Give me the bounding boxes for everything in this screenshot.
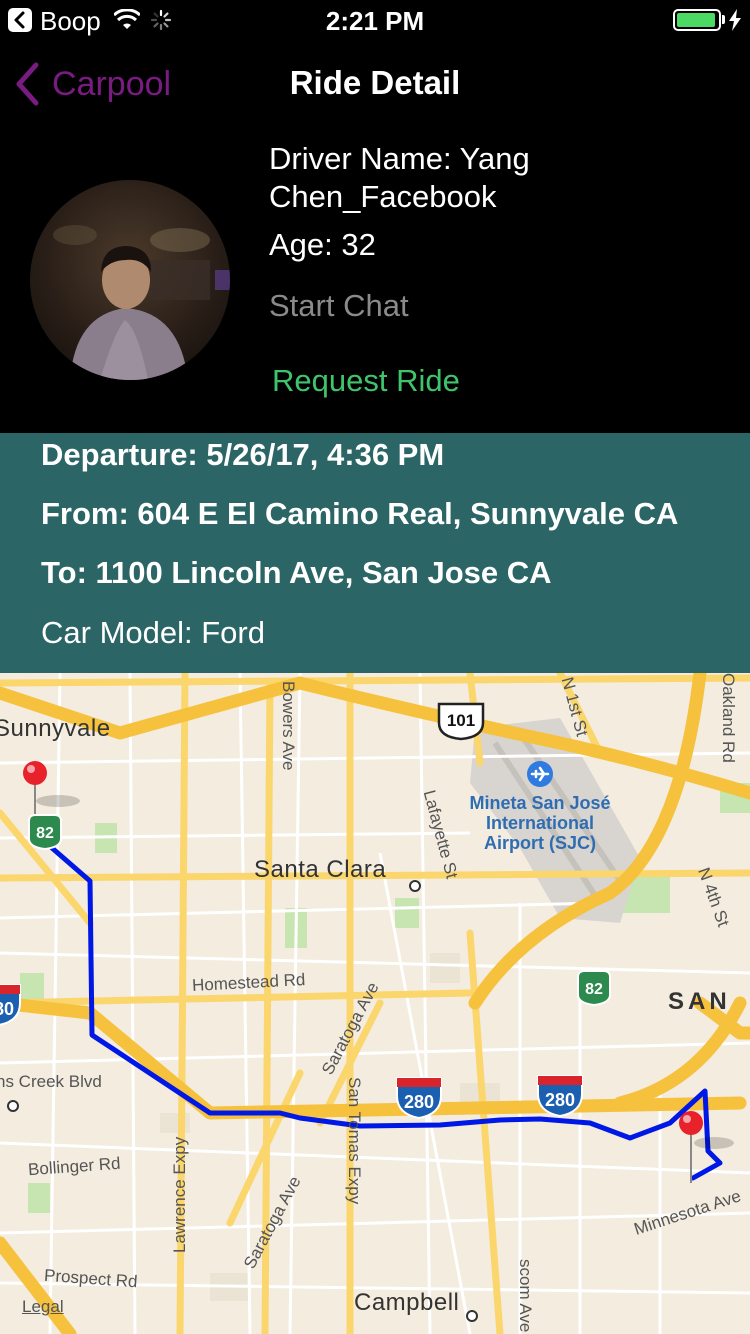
- to-address: To: 1100 Lincoln Ave, San Jose CA: [41, 555, 552, 590]
- driver-age: Age: 32: [269, 227, 376, 262]
- from-address: From: 604 E El Camino Real, Sunnyvale CA: [41, 496, 679, 531]
- i280-shield-a-icon: 280: [396, 1077, 442, 1120]
- i280-shield-b-label: 280: [545, 1090, 575, 1110]
- airport-icon: [527, 761, 553, 787]
- ride-info-panel: Departure: 5/26/17, 4:36 PM From: 604 E …: [0, 433, 750, 673]
- stevens-creek-label: ns Creek Blvd: [0, 1072, 102, 1091]
- legal-link[interactable]: Legal: [22, 1297, 64, 1317]
- san-jose-label: SAN: [668, 988, 731, 1015]
- ca82-shield-b-label: 82: [585, 981, 603, 998]
- us101-shield-label: 101: [447, 711, 475, 730]
- clock: 2:21 PM: [325, 6, 425, 36]
- battery-level-fill: [677, 13, 715, 27]
- santa-clara-label: Santa Clara: [254, 856, 387, 883]
- charging-bolt-icon: [729, 9, 741, 31]
- airport-label: Mineta San José International Airport (S…: [458, 793, 622, 853]
- santa-clara-dot: [409, 880, 421, 892]
- campbell-dot: [466, 1310, 478, 1322]
- page-title: Ride Detail: [289, 64, 461, 101]
- airport-label-line2: International: [485, 813, 594, 833]
- sunnyvale-label: Sunnyvale: [0, 715, 111, 742]
- destination-pin-icon[interactable]: [676, 1109, 706, 1185]
- bowers-ave-label: Bowers Ave: [279, 681, 298, 771]
- driver-name: Driver Name: Yang Chen_Facebook: [269, 141, 530, 214]
- car-model: Car Model: Ford: [41, 615, 265, 650]
- battery-tip: [722, 15, 725, 24]
- campbell-label: Campbell: [354, 1289, 460, 1316]
- i280-shield-b-icon: 280: [537, 1075, 583, 1118]
- request-ride-button[interactable]: Request Ride: [272, 362, 460, 400]
- airport-label-line1: Mineta San José: [469, 793, 611, 813]
- us101-shield-icon: 101: [437, 702, 485, 741]
- lawrence-expy-label: Lawrence Expy: [170, 1136, 189, 1253]
- i280-shield-left-icon: 280: [0, 984, 21, 1026]
- battery-icon: [673, 9, 721, 31]
- bascom-ave-label: scom Ave: [516, 1259, 535, 1333]
- route-map[interactable]: Mineta San José International Airport (S…: [0, 673, 750, 1334]
- i280-shield-left-label: 280: [0, 999, 14, 1019]
- ca82-shield-a-icon: 82: [28, 814, 62, 851]
- airport-label-line3: Airport (SJC): [484, 833, 596, 853]
- town-dot: [7, 1100, 19, 1112]
- driver-avatar: [30, 180, 230, 380]
- driver-section: Driver Name: Yang Chen_Facebook Age: 32 …: [0, 130, 750, 433]
- ca82-shield-b-icon: 82: [577, 970, 611, 1007]
- departure-text: Departure: 5/26/17, 4:36 PM: [41, 437, 445, 472]
- start-chat-button[interactable]: Start Chat: [269, 287, 409, 325]
- ca82-shield-a-label: 82: [36, 825, 54, 842]
- san-tomas-expy-label: San Tomas Expy: [345, 1077, 364, 1205]
- navigation-bar: Carpool Ride Detail: [0, 40, 750, 130]
- oakland-rd-label: Oakland Rd: [719, 673, 738, 763]
- status-bar: Boop 2:21 PM: [0, 0, 750, 40]
- i280-shield-a-label: 280: [404, 1092, 434, 1112]
